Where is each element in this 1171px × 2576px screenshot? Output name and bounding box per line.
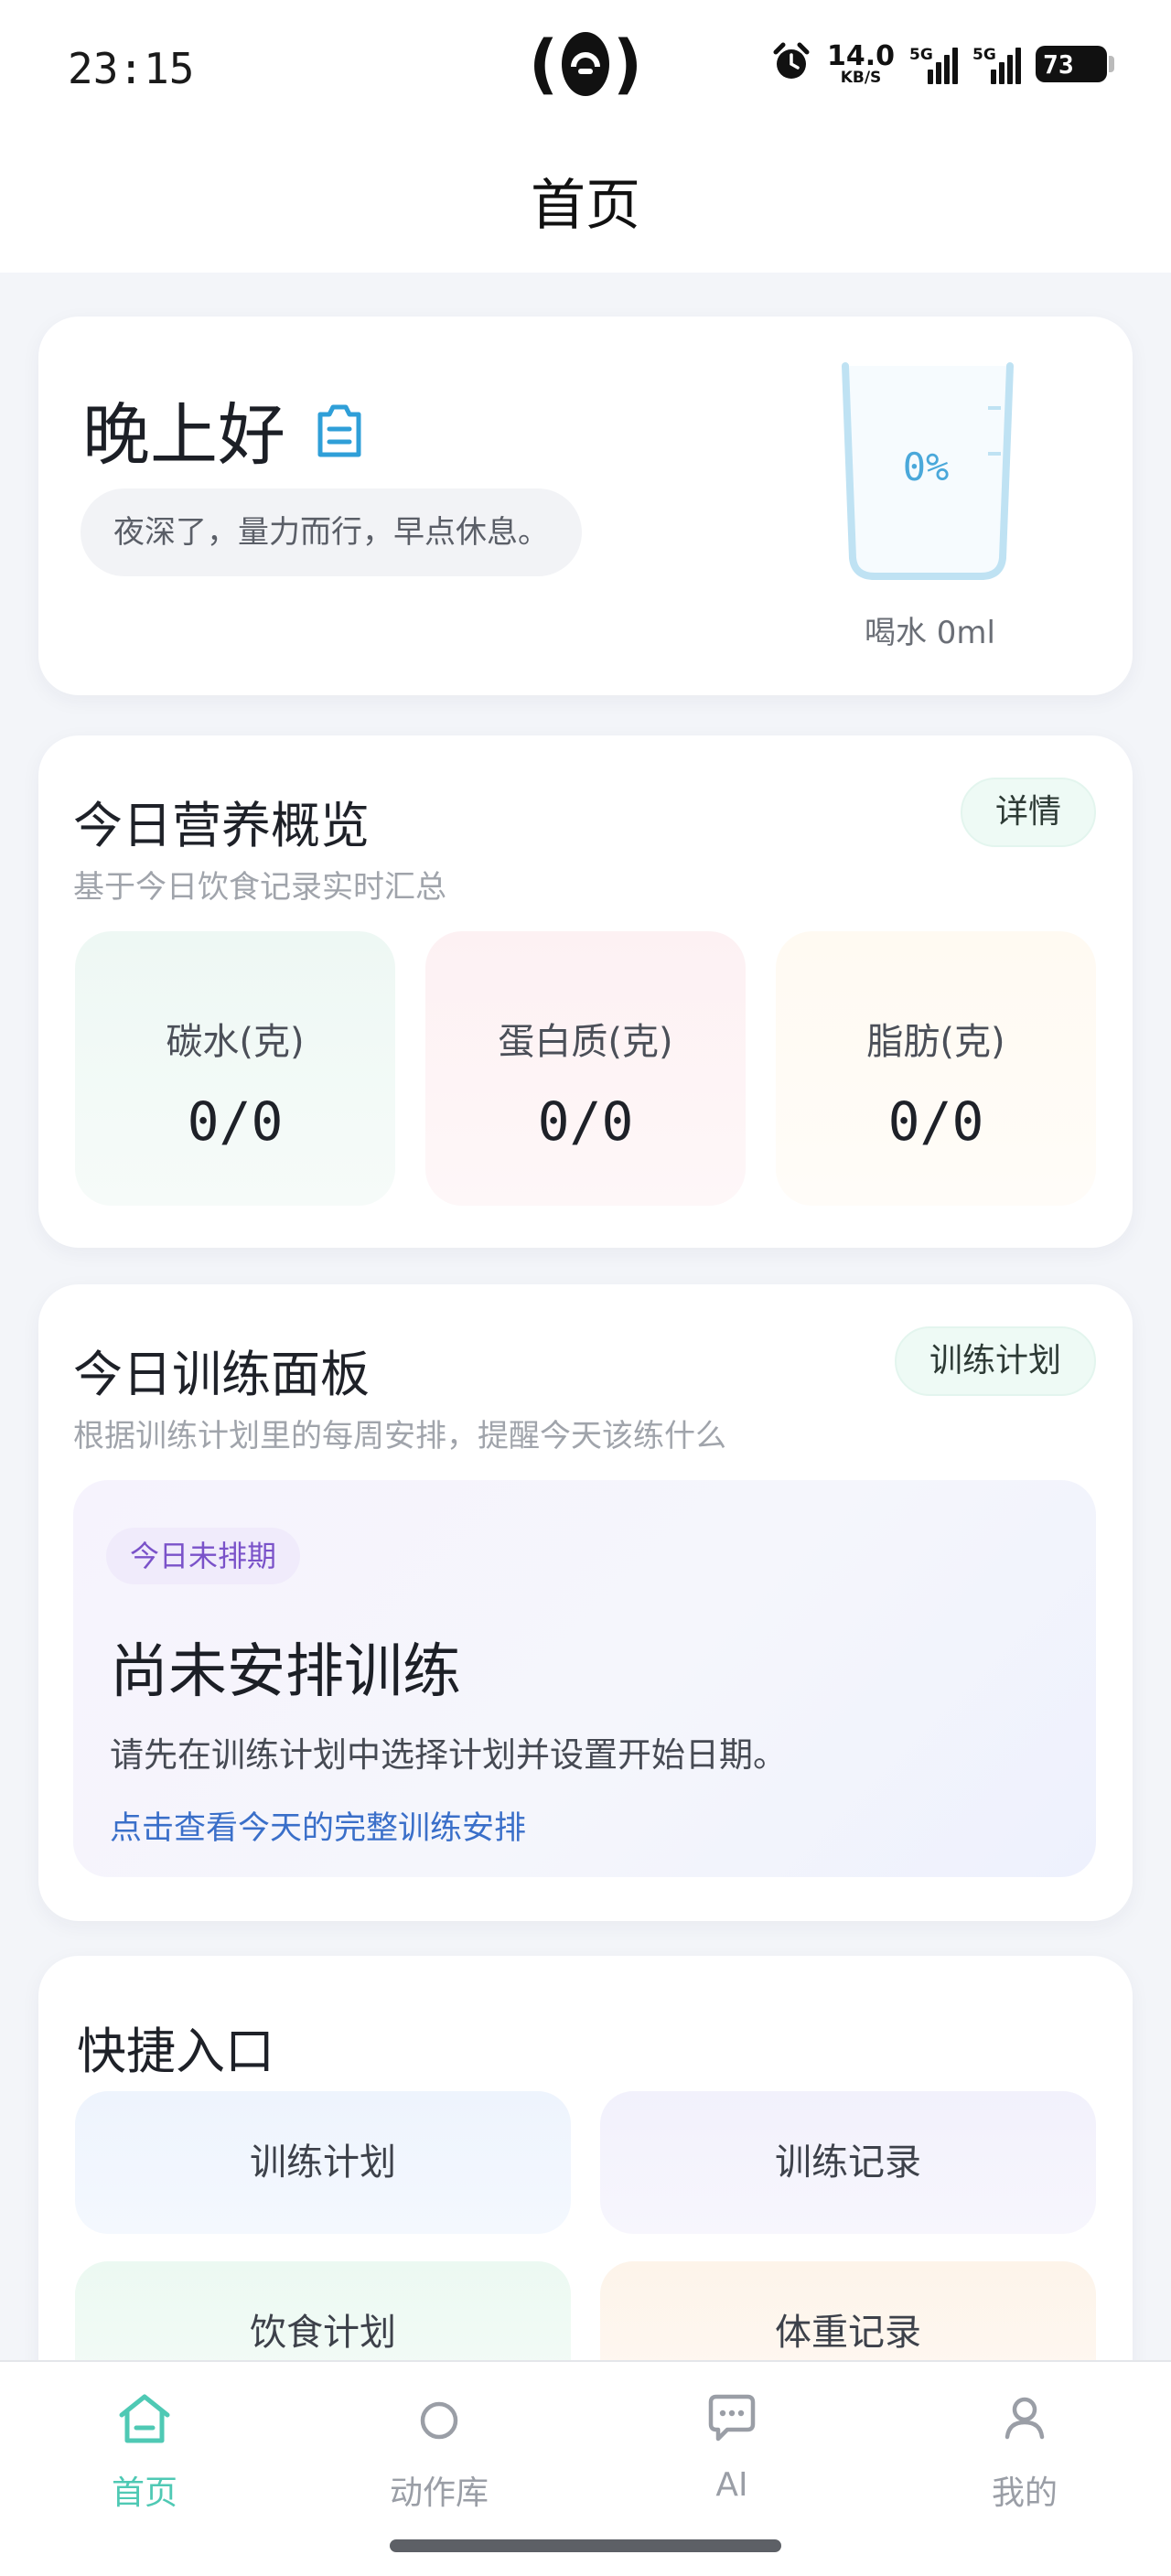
tab-label: 我的: [991, 2474, 1058, 2512]
training-schedule-link[interactable]: 点击查看今天的完整训练安排: [110, 1802, 526, 1849]
quick-training-plan-button[interactable]: 训练计划: [75, 2091, 571, 2234]
chat-icon: [708, 2394, 756, 2442]
training-panel[interactable]: 今日未排期 尚未安排训练 请先在训练计划中选择计划并设置开始日期。 点击查看今天…: [73, 1480, 1096, 1877]
hotspot-indicator: ( ): [529, 27, 642, 102]
macro-value: 0/0: [187, 1090, 284, 1153]
macro-value: 0/0: [887, 1090, 984, 1153]
macro-fat[interactable]: 脂肪(克) 0/0: [776, 931, 1096, 1206]
macro-value: 0/0: [537, 1090, 634, 1153]
training-description: 请先在训练计划中选择计划并设置开始日期。: [110, 1735, 787, 1775]
tab-label: 动作库: [389, 2474, 489, 2512]
water-percent: 0%: [902, 445, 950, 489]
status-bar: 23:15 ( ) 14.0 KB/S 5G 5G 73: [0, 0, 1171, 137]
tab-label: AI: [715, 2466, 748, 2504]
tab-ai[interactable]: AI: [640, 2382, 823, 2538]
nutrition-detail-button[interactable]: 详情: [960, 778, 1096, 847]
nutrition-title: 今日营养概览: [73, 797, 370, 854]
macro-label: 蛋白质(克): [498, 1021, 673, 1063]
nutrition-subtitle: 基于今日饮食记录实时汇总: [73, 869, 446, 906]
training-plan-button[interactable]: 训练计划: [894, 1326, 1096, 1396]
training-headline: 尚未安排训练: [110, 1638, 461, 1706]
home-indicator[interactable]: [390, 2539, 781, 2552]
tab-label: 首页: [111, 2474, 177, 2512]
signal-icon: 5G: [909, 44, 958, 84]
training-card: 今日训练面板 根据训练计划里的每周安排，提醒今天该练什么 训练计划 今日未排期 …: [38, 1284, 1133, 1921]
macro-label: 脂肪(克): [866, 1021, 1005, 1063]
nutrition-card: 今日营养概览 基于今日饮食记录实时汇总 详情 碳水(克) 0/0 蛋白质(克) …: [38, 735, 1133, 1248]
greeting-subtitle: 夜深了，量力而行，早点休息。: [81, 488, 582, 576]
macro-protein[interactable]: 蛋白质(克) 0/0: [425, 931, 746, 1206]
page-title: 首页: [0, 137, 1171, 273]
tab-me[interactable]: 我的: [933, 2382, 1116, 2538]
battery-icon: 73: [1036, 46, 1114, 82]
training-subtitle: 根据训练计划里的每周安排，提醒今天该练什么: [73, 1418, 726, 1454]
user-icon: [1004, 2397, 1045, 2440]
macro-carbs[interactable]: 碳水(克) 0/0: [75, 931, 395, 1206]
quick-training-log-button[interactable]: 训练记录: [600, 2091, 1096, 2234]
unscheduled-badge: 今日未排期: [106, 1528, 301, 1584]
network-speed: 14.0 KB/S: [826, 39, 895, 87]
greeting-card: 晚上好 夜深了，量力而行，早点休息。 0% 喝水 0ml: [38, 317, 1133, 695]
home-icon: [119, 2394, 170, 2443]
training-title: 今日训练面板: [73, 1346, 370, 1403]
signal-icon-2: 5G: [972, 44, 1021, 84]
quick-entry-title: 快捷入口: [77, 2023, 274, 2080]
water-label: 喝水 0ml: [864, 615, 995, 651]
status-time: 23:15: [68, 44, 195, 93]
hotspot-icon: [562, 32, 609, 96]
note-icon[interactable]: [307, 398, 371, 462]
alarm-icon: [770, 41, 812, 87]
tab-home[interactable]: 首页: [53, 2382, 236, 2538]
circle-icon: [420, 2401, 458, 2440]
macro-label: 碳水(克): [166, 1021, 305, 1063]
tab-exercise-library[interactable]: 动作库: [348, 2382, 531, 2538]
greeting-title: 晚上好: [82, 381, 371, 478]
